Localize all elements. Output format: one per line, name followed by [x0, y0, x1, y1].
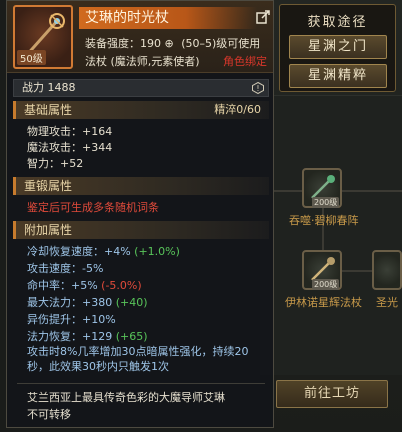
source-button-star-gate[interactable]: 星渊之门: [289, 35, 387, 59]
section-basic: 基础属性 精淬0/60: [13, 101, 269, 119]
extra-stat-line: 命中率：+5% (-5.0%): [27, 277, 142, 293]
item-lore: 艾兰西亚上最具传奇色彩的大魔导师艾琳: [27, 391, 225, 404]
source-button-star-essence[interactable]: 星渊精粹: [289, 64, 387, 88]
svg-text:!: !: [256, 84, 259, 93]
info-icon[interactable]: !: [252, 82, 264, 94]
bound-tag: 角色绑定: [223, 55, 267, 68]
stat-base: 异伤提升：+10%: [27, 313, 116, 326]
divider: [17, 383, 265, 384]
stat-line: 魔法攻击：+344: [27, 141, 113, 154]
tree-node-3[interactable]: [372, 250, 402, 290]
stat-base: 攻击速度：-5%: [27, 262, 104, 275]
section-title: 附加属性: [24, 223, 73, 237]
extra-stat-line: 异伤提升：+10%: [27, 311, 116, 327]
item-tooltip: 50级 艾琳的时光杖 装备强度：190 ⊕ (50–5)级可使用 法杖 (魔法师…: [6, 0, 274, 428]
acquire-title: 获取途径: [307, 15, 368, 30]
stat-bonus: (+40): [115, 296, 148, 309]
tree-node-1[interactable]: 200级: [302, 168, 342, 208]
stat-base: 法力恢复：+129: [27, 330, 113, 343]
skill-tree-area: [260, 95, 402, 375]
extra-stat-line: 最大法力：+380 (+40): [27, 294, 148, 310]
item-level-badge: 50级: [17, 50, 46, 65]
stat-line: 智力：+52: [27, 157, 84, 170]
section-reforge: 重锻属性: [13, 177, 269, 195]
weapon-type: 法杖 (魔法师,元素使者): [85, 55, 200, 68]
level-requirement: (50–5)级可使用: [181, 37, 261, 50]
equip-strength-row: 装备强度：190 ⊕ (50–5)级可使用: [85, 35, 260, 51]
extra-stat-line: 冷却恢复速度：+4% (+1.0%): [27, 243, 180, 259]
reforge-note: 鉴定后可生成多条随机词条: [27, 201, 159, 214]
item-name: 艾琳的时光杖: [79, 7, 257, 29]
goto-workshop-button[interactable]: 前往工坊: [276, 380, 388, 408]
node-level: 200级: [312, 197, 340, 208]
node-name: 吞噬·碧柳春阵: [289, 214, 359, 227]
item-icon: 50级: [13, 5, 73, 69]
acquire-panel: 获取途径 星渊之门 星渊精粹: [279, 4, 396, 92]
node-name: 伊林诺星辉法杖: [285, 296, 362, 309]
extra-stat-line: 法力恢复：+129 (+65): [27, 328, 148, 344]
node-name: 圣光: [376, 296, 398, 309]
power-value: 战力 1488: [22, 81, 76, 94]
section-title: 基础属性: [24, 103, 73, 117]
tooltip-header: 50级 艾琳的时光杖 装备强度：190 ⊕ (50–5)级可使用 法杖 (魔法师…: [7, 1, 273, 73]
strength-icon: ⊕: [164, 37, 174, 50]
section-title: 重锻属性: [24, 179, 73, 193]
transfer-note: 不可转移: [27, 408, 71, 421]
node-level: 200级: [312, 279, 340, 290]
stat-bonus: (-5.0%): [101, 279, 142, 292]
stat-bonus: (+1.0%): [134, 245, 180, 258]
stat-line: 物理攻击：+164: [27, 125, 113, 138]
stat-bonus: (+65): [115, 330, 148, 343]
stat-base: 命中率：+5%: [27, 279, 98, 292]
special-effect: 攻击时8%几率增加30点暗属性强化，持续20秒，此效果30秒内只触发1次: [27, 345, 249, 373]
tree-node-2[interactable]: 200级: [302, 250, 342, 290]
refine-value: 精淬0/60: [214, 103, 261, 116]
stat-base: 最大法力：+380: [27, 296, 113, 309]
section-extra: 附加属性: [13, 221, 269, 239]
extra-stat-line: 攻击速度：-5%: [27, 260, 103, 276]
equip-strength: 装备强度：190: [85, 37, 161, 50]
power-bar: 战力 1488 !: [13, 79, 269, 97]
share-icon[interactable]: [256, 10, 270, 24]
stat-base: 冷却恢复速度：+4%: [27, 245, 131, 258]
